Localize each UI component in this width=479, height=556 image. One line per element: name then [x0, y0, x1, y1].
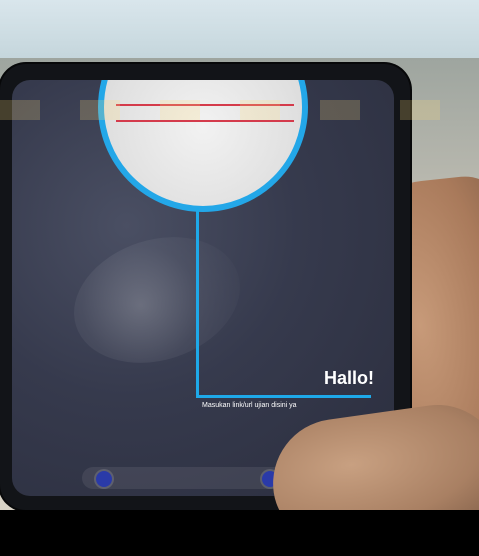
photo-background: Hallo! Masukan link/url ujian disini ya	[0, 0, 479, 510]
screen-glare	[57, 216, 257, 384]
tooltip-underline	[196, 395, 371, 398]
background-wall	[0, 0, 479, 58]
tooltip-pointer-line	[196, 208, 199, 398]
circle-guide-line	[116, 104, 294, 106]
url-input-circle[interactable]	[98, 80, 308, 212]
circle-guide-line	[116, 120, 294, 122]
instruction-text: Masukan link/url ujian disini ya	[202, 402, 297, 409]
bottom-letterbox	[0, 510, 479, 556]
dot-icon[interactable]	[96, 471, 112, 487]
greeting-title: Hallo!	[323, 368, 374, 388]
